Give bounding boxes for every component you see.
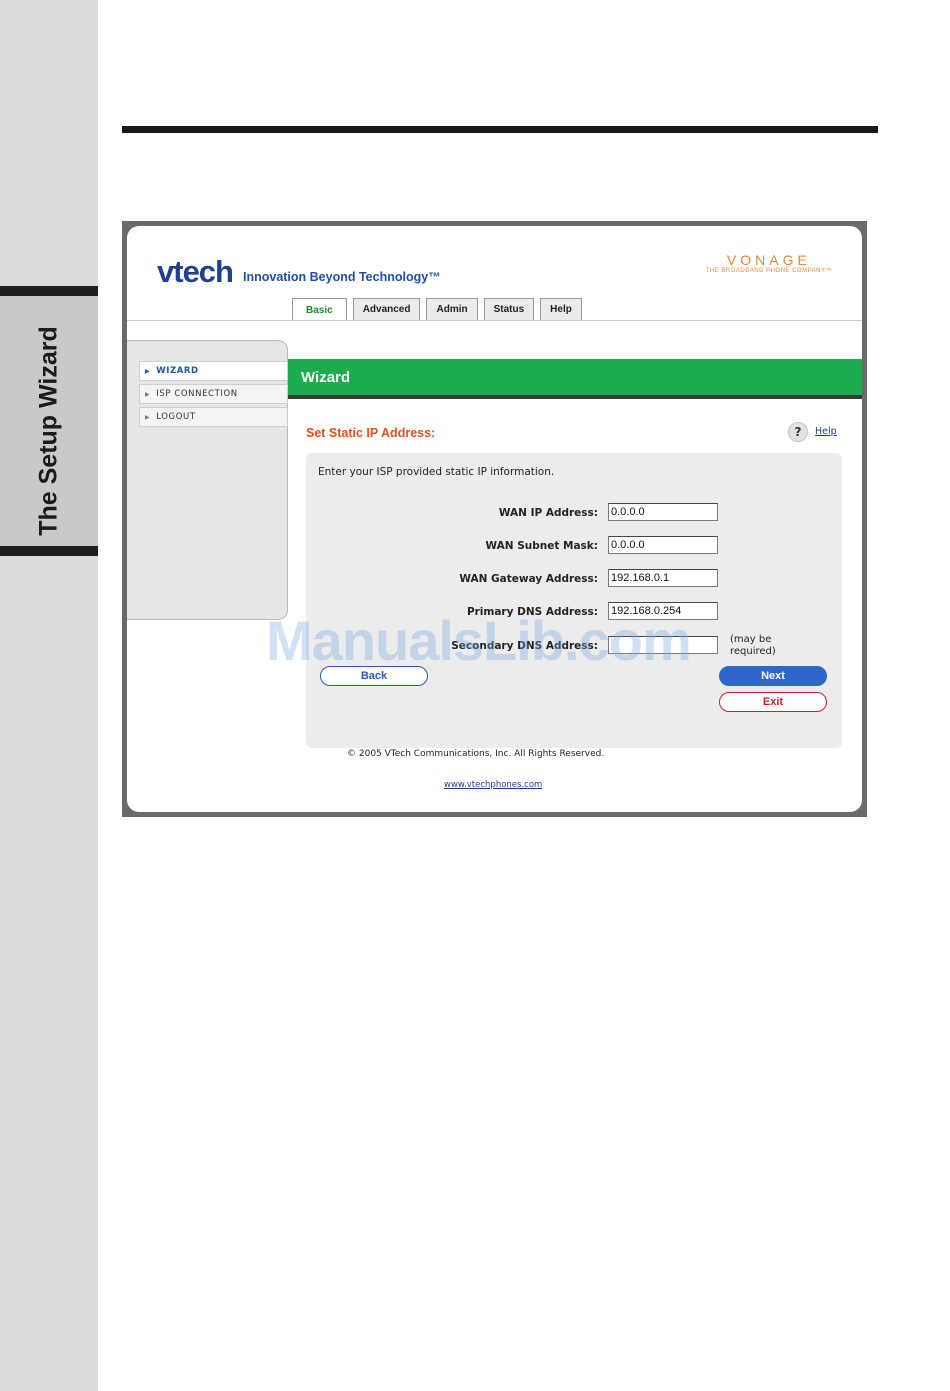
wan-gateway-input[interactable]: 192.168.0.1 xyxy=(608,569,718,587)
chapter-tab: The Setup Wizard xyxy=(0,286,98,556)
main-tabs: Basic Advanced Admin Status Help xyxy=(292,298,582,321)
exit-button[interactable]: Exit xyxy=(719,692,827,712)
vonage-name: VONAGE xyxy=(726,252,811,268)
sidebar-item-wizard[interactable]: ▶ WIZARD xyxy=(139,361,288,381)
form-intro: Enter your ISP provided static IP inform… xyxy=(318,466,555,478)
secondary-dns-note: (may be required) xyxy=(730,634,776,658)
page-banner: Wizard xyxy=(288,359,862,399)
tab-divider xyxy=(127,320,862,321)
vonage-subtitle: THE BROADBAND PHONE COMPANY™ xyxy=(705,268,832,274)
wan-ip-input[interactable]: 0.0.0.0 xyxy=(608,503,718,521)
vtech-logo: vtech Innovation Beyond Technology™ xyxy=(157,256,441,287)
play-arrow-icon: ▶ xyxy=(145,390,151,398)
help-link[interactable]: Help xyxy=(815,426,837,437)
logo-tagline: Innovation Beyond Technology™ xyxy=(242,270,441,284)
sidebar-item-isp-connection[interactable]: ▶ ISP CONNECTION xyxy=(139,384,288,404)
page-title: Wizard xyxy=(301,369,351,386)
note-line-1: (may be xyxy=(730,634,772,645)
chapter-title: The Setup Wizard xyxy=(34,326,63,536)
website-link[interactable]: www.vtechphones.com xyxy=(444,780,542,790)
vonage-logo: VONAGE THE BROADBAND PHONE COMPANY™ xyxy=(706,252,832,274)
note-line-2: required) xyxy=(730,646,776,657)
wan-subnet-label: WAN Subnet Mask: xyxy=(485,540,598,552)
play-arrow-icon: ▶ xyxy=(145,413,151,421)
watermark: ManualsLib.com xyxy=(266,609,692,672)
tab-admin[interactable]: Admin xyxy=(426,298,478,320)
next-button[interactable]: Next xyxy=(719,666,827,686)
tab-help[interactable]: Help xyxy=(540,298,582,320)
wan-subnet-input[interactable]: 0.0.0.0 xyxy=(608,536,718,554)
tab-advanced[interactable]: Advanced xyxy=(352,298,421,320)
static-ip-form: Enter your ISP provided static IP inform… xyxy=(306,453,842,748)
logo-wordmark: vtech xyxy=(157,254,234,289)
wan-gateway-label: WAN Gateway Address: xyxy=(459,573,598,585)
sidebar: ▶ WIZARD ▶ ISP CONNECTION ▶ LOGOUT xyxy=(127,340,288,620)
page-side-strip xyxy=(0,0,98,1391)
section-title: Set Static IP Address: xyxy=(306,426,436,440)
router-web-ui: vtech Innovation Beyond Technology™ VONA… xyxy=(127,226,862,812)
play-arrow-icon: ▶ xyxy=(145,367,151,375)
sidebar-item-logout[interactable]: ▶ LOGOUT xyxy=(139,407,288,427)
sidebar-item-label: LOGOUT xyxy=(156,412,196,422)
help-icon[interactable]: ? xyxy=(788,422,808,442)
copyright-text: © 2005 VTech Communications, Inc. All Ri… xyxy=(347,749,605,759)
tab-status[interactable]: Status xyxy=(483,298,535,320)
tab-basic[interactable]: Basic xyxy=(292,298,347,321)
sidebar-item-label: WIZARD xyxy=(156,366,199,376)
wan-ip-label: WAN IP Address: xyxy=(498,507,598,519)
header-rule xyxy=(122,126,878,133)
sidebar-item-label: ISP CONNECTION xyxy=(156,389,238,399)
screenshot-frame: vtech Innovation Beyond Technology™ VONA… xyxy=(122,221,867,817)
